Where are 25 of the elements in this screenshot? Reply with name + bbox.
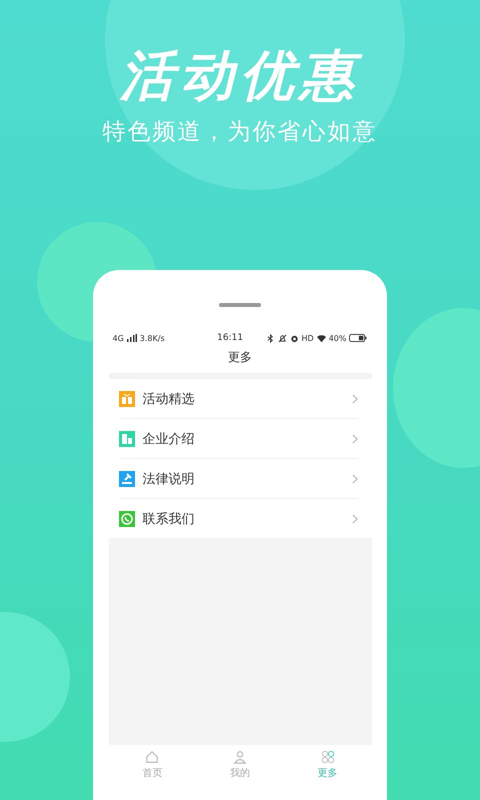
chevron-right-icon xyxy=(352,394,358,404)
bell-muted-icon xyxy=(278,334,287,342)
network-type: 4G xyxy=(112,334,124,342)
grid-icon xyxy=(320,750,335,764)
signal-icon xyxy=(126,334,137,342)
alarm-icon xyxy=(290,334,299,342)
battery-percent: 40% xyxy=(328,334,346,342)
chevron-right-icon xyxy=(352,474,358,484)
chevron-right-icon xyxy=(352,514,358,524)
bluetooth-icon xyxy=(266,334,275,342)
subtitle: 特色频道，为你省心如意 xyxy=(102,118,378,147)
wifi-icon xyxy=(316,334,326,342)
battery-icon xyxy=(349,334,368,342)
speaker-slot xyxy=(219,303,261,307)
menu-item[interactable]: 联系我们 xyxy=(118,499,358,538)
menu-item[interactable]: 活动精选 xyxy=(118,379,358,419)
clock-time: 16:11 xyxy=(217,333,244,343)
network-speed: 3.8K/s xyxy=(140,334,165,342)
menu-item[interactable]: 企业介绍 xyxy=(118,419,358,459)
person-icon xyxy=(232,750,247,764)
home-icon xyxy=(145,750,160,764)
menu-item[interactable]: 法律说明 xyxy=(118,459,358,499)
hd-label: HD xyxy=(302,334,314,342)
page-title: 更多 xyxy=(227,349,253,366)
chevron-right-icon xyxy=(352,434,358,444)
